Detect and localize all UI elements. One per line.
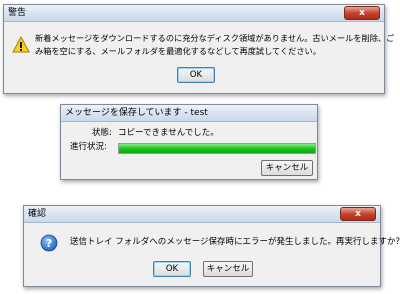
save-dialog-titlebar[interactable]: メッセージを保存しています - test (61, 105, 317, 122)
warning-dialog-body: 新着メッセージをダウンロードするのに充分なディスク領域がありません。古いメールを… (5, 22, 395, 92)
warning-message: 新着メッセージをダウンロードするのに充分なディスク領域がありません。古いメールを… (35, 32, 395, 58)
save-progress-dialog: メッセージを保存しています - test 状態: コピーできませんでした。 進行… (60, 104, 318, 180)
confirm-dialog-titlebar[interactable]: 確認 x (24, 206, 380, 223)
progress-bar-fill (119, 144, 315, 153)
warning-dialog: 警告 x 新着メッセージをダウンロードするのに充分なディスク領域がありません。古… (3, 4, 395, 94)
save-cancel-button[interactable]: キャンセル (261, 160, 313, 176)
warning-ok-button[interactable]: OK (177, 67, 215, 83)
confirm-close-button[interactable]: x (340, 207, 376, 221)
progress-label: 進行状況: (70, 142, 107, 152)
save-dialog-body: 状態: コピーできませんでした。 進行状況: キャンセル (62, 122, 316, 178)
question-icon: ? (40, 234, 58, 252)
warning-triangle-icon (12, 36, 30, 53)
save-dialog-title: メッセージを保存しています - test (65, 108, 208, 118)
warning-close-button[interactable]: x (344, 6, 380, 20)
confirm-ok-button[interactable]: OK (153, 261, 191, 277)
warning-message-line2: み箱を空にする、メールフォルダを最適化するなどして再度試してください。 (35, 46, 321, 56)
warning-message-line1: 新着メッセージをダウンロードするのに充分なディスク領域がありません。古いメールを… (35, 33, 395, 43)
svg-text:?: ? (46, 237, 52, 250)
confirm-dialog: 確認 x ? 送信トレイ フォルダへのメッセージ保存時にエラーが発生しました。再… (23, 205, 400, 287)
warning-dialog-titlebar[interactable]: 警告 x (4, 5, 384, 22)
warning-dialog-title: 警告 (8, 8, 27, 18)
progress-bar (118, 143, 316, 154)
confirm-dialog-body: ? 送信トレイ フォルダへのメッセージ保存時にエラーが発生しました。再実行します… (25, 223, 400, 285)
confirm-message: 送信トレイ フォルダへのメッセージ保存時にエラーが発生しました。再実行しますか？ (70, 237, 400, 247)
confirm-cancel-button[interactable]: キャンセル (203, 261, 253, 277)
confirm-dialog-title: 確認 (28, 209, 47, 219)
status-value: コピーできませんでした。 (118, 128, 219, 138)
status-label: 状態: (92, 128, 112, 138)
